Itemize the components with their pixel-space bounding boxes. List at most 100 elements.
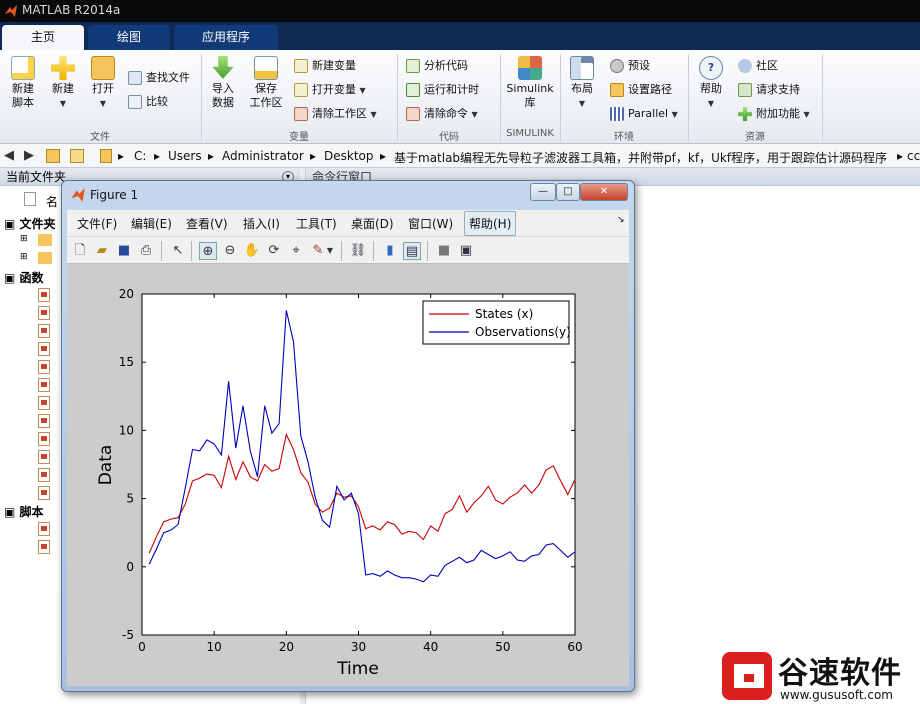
find-files-button[interactable]: 查找文件 <box>128 70 190 86</box>
function-file-icon[interactable] <box>38 450 50 464</box>
code-group-label: 代码 <box>439 132 459 143</box>
zoom-in-icon[interactable]: ⊕ <box>199 242 217 260</box>
parallel-button[interactable]: Parallel ▼ <box>610 106 678 123</box>
name-column-header[interactable]: 名 <box>46 193 58 210</box>
function-file-icon[interactable] <box>38 486 50 500</box>
function-file-icon[interactable] <box>38 342 50 356</box>
clear-workspace-button[interactable]: 清除工作区 ▼ <box>294 106 377 123</box>
browse-folder-icon[interactable] <box>70 149 84 163</box>
new-variable-button[interactable]: 新建变量 <box>294 58 356 74</box>
function-file-icon[interactable] <box>38 378 50 392</box>
open-variable-button[interactable]: 打开变量 ▼ <box>294 82 366 99</box>
figure-canvas[interactable]: 0 10 20 30 40 50 60 -5 0 5 10 15 20 Time Data States… <box>67 264 629 686</box>
run-and-time-button[interactable]: 运行和计时 <box>406 82 479 98</box>
function-file-icon[interactable] <box>38 288 50 302</box>
breadcrumb-item[interactable]: cc <box>907 149 920 163</box>
colorbar-icon[interactable]: ▮ <box>381 242 399 260</box>
save-workspace-button[interactable]: 保存 工作区 <box>246 56 286 110</box>
x-tick-label: 40 <box>423 640 438 654</box>
new-variable-label: 新建变量 <box>312 59 356 72</box>
function-file-icon[interactable] <box>38 324 50 338</box>
tab-plots[interactable]: 绘图 <box>88 25 170 50</box>
request-support-button[interactable]: 请求支持 <box>738 82 800 98</box>
hide-plot-tools-icon[interactable]: ■ <box>435 242 453 260</box>
chart-legend[interactable]: States (x) Observations(y) <box>422 300 571 345</box>
breadcrumb-item[interactable]: 基于matlab编程无先导粒子滤波器工具箱，并附带pf，kf，Ukf程序，用于跟… <box>394 149 894 166</box>
new-button[interactable]: 新建 ▼ <box>46 56 80 111</box>
minimize-button[interactable]: — <box>530 183 556 201</box>
figure-window[interactable]: Figure 1 — □ ✕ 文件(F) 编辑(E) 查看(V) 插入(I) 工… <box>61 180 635 692</box>
data-cursor-icon[interactable]: ⌖ <box>287 242 305 260</box>
menu-file[interactable]: 文件(F) <box>77 215 117 232</box>
functions-section-header[interactable]: ▣ 函数 <box>4 269 44 286</box>
link-plot-icon[interactable]: ⛓ <box>349 242 367 260</box>
function-file-icon[interactable] <box>38 306 50 320</box>
analyze-code-button[interactable]: 分析代码 <box>406 58 468 74</box>
function-file-icon[interactable] <box>38 360 50 374</box>
breadcrumb-item[interactable]: C: <box>134 149 146 163</box>
zoom-out-icon[interactable]: ⊖ <box>221 242 239 260</box>
breadcrumb-item[interactable]: Users <box>168 149 202 163</box>
menu-tools[interactable]: 工具(T) <box>296 215 337 232</box>
legend-icon[interactable]: ▤ <box>403 242 421 260</box>
folders-section-header[interactable]: ▣ 文件夹 <box>4 215 56 232</box>
watermark-g-logo-icon <box>722 652 772 700</box>
up-folder-icon[interactable] <box>46 149 60 163</box>
compare-button[interactable]: 比较 <box>128 94 168 110</box>
menu-desktop[interactable]: 桌面(D) <box>351 215 394 232</box>
import-data-button[interactable]: 导入 数据 <box>206 56 240 110</box>
functions-section-label: 函数 <box>19 271 44 285</box>
preferences-button[interactable]: 预设 <box>610 58 650 74</box>
new-script-button[interactable]: 新建 脚本 <box>6 56 40 110</box>
save-workspace-label: 保存 工作区 <box>249 82 283 109</box>
script-file-icon[interactable] <box>38 522 50 536</box>
maximize-button[interactable]: □ <box>556 183 580 201</box>
rotate-3d-icon[interactable]: ⟳ <box>265 242 283 260</box>
set-path-button[interactable]: 设置路径 <box>610 82 672 98</box>
save-icon[interactable]: ■ <box>115 242 133 260</box>
breadcrumb-item[interactable]: Administrator <box>222 149 304 163</box>
simulink-library-button[interactable]: Simulink 库 <box>504 56 556 110</box>
scripts-section-header[interactable]: ▣ 脚本 <box>4 503 44 520</box>
community-button[interactable]: 社区 <box>738 58 778 74</box>
menu-view[interactable]: 查看(V) <box>186 215 228 232</box>
pan-hand-icon[interactable]: ✋ <box>243 242 261 260</box>
menu-insert[interactable]: 插入(I) <box>243 215 280 232</box>
breadcrumb-item[interactable]: Desktop <box>324 149 374 163</box>
import-data-label: 导入 数据 <box>212 82 234 109</box>
menu-help[interactable]: 帮助(H) <box>464 211 517 236</box>
new-figure-icon[interactable]: 🗋 <box>71 242 89 260</box>
clear-commands-button[interactable]: 清除命令 ▼ <box>406 106 478 123</box>
back-arrow-icon[interactable]: ◀ <box>4 148 14 163</box>
tab-apps[interactable]: 应用程序 <box>174 25 278 50</box>
expand-folder-icon[interactable]: ⊞ <box>20 234 28 244</box>
open-button[interactable]: 打开 ▼ <box>86 56 120 111</box>
print-icon[interactable]: ⎙ <box>137 242 155 260</box>
open-file-icon[interactable]: ▰ <box>93 242 111 260</box>
function-file-icon[interactable] <box>38 432 50 446</box>
close-button[interactable]: ✕ <box>580 183 628 201</box>
add-ons-icon <box>738 107 752 121</box>
show-plot-tools-icon[interactable]: ▣ <box>457 242 475 260</box>
forward-arrow-icon[interactable]: ▶ <box>24 148 34 163</box>
script-file-icon[interactable] <box>38 540 50 554</box>
menu-window[interactable]: 窗口(W) <box>408 215 453 232</box>
tab-home[interactable]: 主页 <box>2 25 84 50</box>
layout-label: 布局 <box>571 82 593 95</box>
brush-dropdown-icon[interactable]: ▼ <box>325 242 335 260</box>
add-ons-button[interactable]: 附加功能 ▼ <box>738 106 810 123</box>
function-file-icon[interactable] <box>38 468 50 482</box>
menu-edit[interactable]: 编辑(E) <box>131 215 172 232</box>
toolbar-separator <box>427 241 428 261</box>
dock-arrow-icon[interactable]: ↘ <box>617 215 625 225</box>
line-chart[interactable]: 0 10 20 30 40 50 60 -5 0 5 10 15 20 Time Data States… <box>67 264 629 686</box>
expand-folder-icon[interactable]: ⊞ <box>20 252 28 262</box>
clear-commands-icon <box>406 107 420 121</box>
pointer-icon[interactable]: ↖ <box>169 242 187 260</box>
help-button[interactable]: ? 帮助 ▼ <box>694 56 728 111</box>
address-bar: ◀ ▶ ▸ C: ▸ Users ▸ Administrator ▸ Deskt… <box>0 144 920 168</box>
y-tick-label: 5 <box>126 492 134 506</box>
layout-button[interactable]: 布局 ▼ <box>566 56 598 111</box>
function-file-icon[interactable] <box>38 414 50 428</box>
function-file-icon[interactable] <box>38 396 50 410</box>
